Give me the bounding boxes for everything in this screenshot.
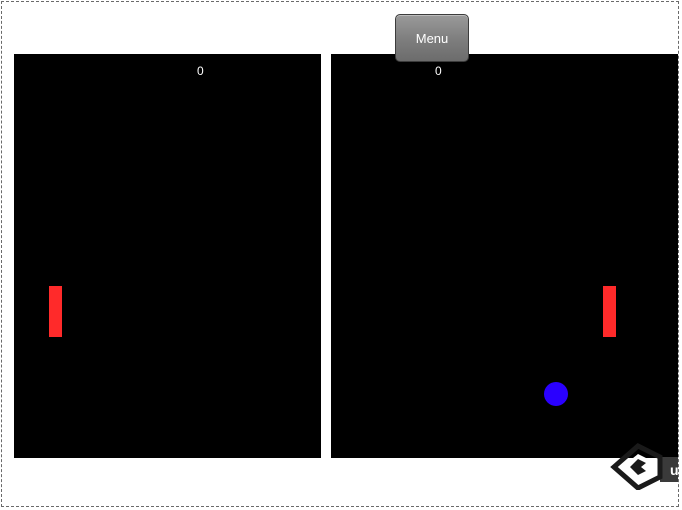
right-score: 0 — [435, 64, 442, 78]
left-court — [14, 54, 321, 458]
game-frame: 0 0 Menu u — [1, 1, 679, 507]
right-paddle[interactable] — [603, 286, 616, 337]
menu-button[interactable]: Menu — [395, 14, 469, 62]
unity-logo-icon: u — [608, 442, 679, 491]
svg-text:u: u — [670, 462, 679, 478]
left-score: 0 — [197, 64, 204, 78]
left-margin — [2, 2, 14, 506]
right-court — [331, 54, 678, 458]
left-paddle[interactable] — [49, 286, 62, 337]
ball — [544, 382, 568, 406]
